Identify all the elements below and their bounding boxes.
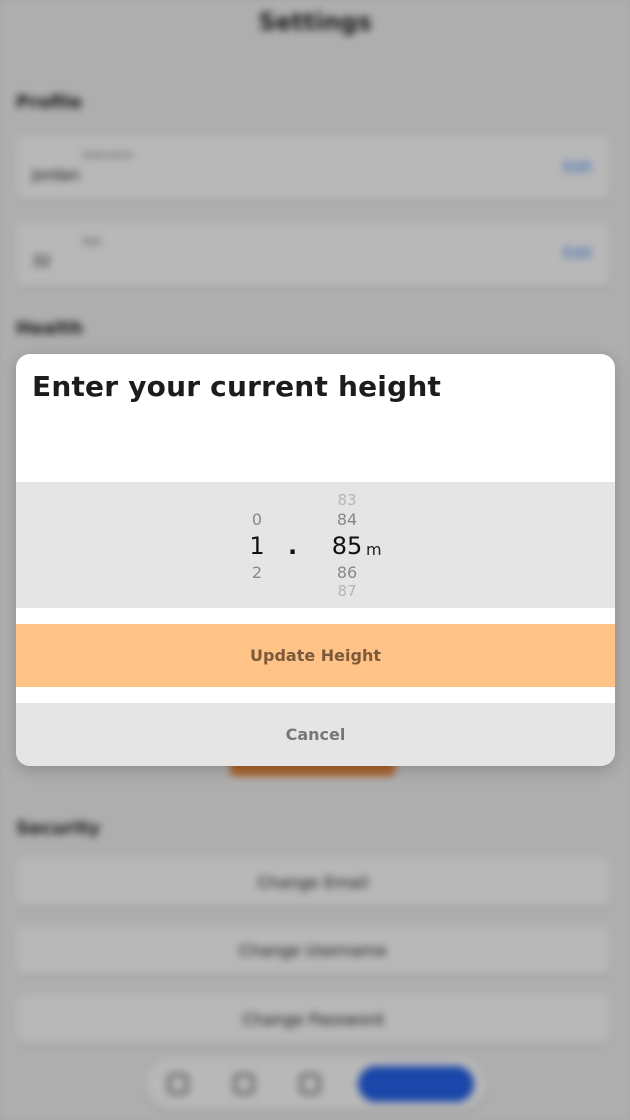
decimal-option-far-below[interactable]: 87 bbox=[322, 582, 372, 600]
cancel-button[interactable]: Cancel bbox=[16, 703, 615, 766]
decimal-option-far-above[interactable]: 83 bbox=[322, 491, 372, 509]
dialog-title: Enter your current height bbox=[32, 370, 442, 403]
height-dialog: Enter your current height 0 1 2 . 83 84 … bbox=[16, 354, 615, 766]
decimal-option-below[interactable]: 86 bbox=[322, 563, 372, 582]
decimal-option-above[interactable]: 84 bbox=[322, 510, 372, 529]
decimal-separator: . bbox=[288, 532, 298, 560]
whole-option-above[interactable]: 0 bbox=[232, 510, 282, 529]
whole-option-selected[interactable]: 1 bbox=[232, 532, 282, 560]
unit-label: m bbox=[366, 540, 382, 559]
height-picker[interactable]: 0 1 2 . 83 84 85 86 87 m bbox=[16, 482, 615, 608]
update-height-button[interactable]: Update Height bbox=[16, 624, 615, 687]
whole-option-below[interactable]: 2 bbox=[232, 563, 282, 582]
decimal-option-selected[interactable]: 85 bbox=[322, 532, 372, 560]
